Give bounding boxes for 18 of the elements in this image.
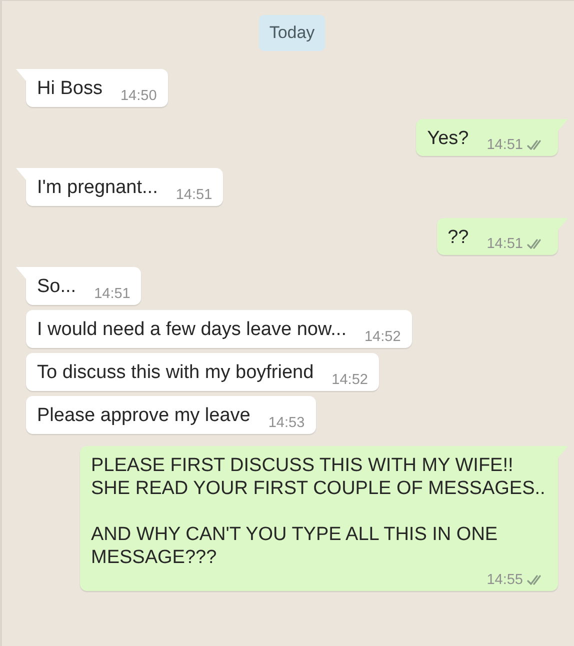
message-text: I would need a few days leave now... bbox=[37, 318, 346, 342]
message-time: 14:51 bbox=[486, 137, 523, 153]
message-time: 14:51 bbox=[486, 236, 523, 252]
message-text: ?? bbox=[448, 226, 469, 249]
message-text: Hi Boss bbox=[37, 77, 102, 101]
message-time: 14:52 bbox=[364, 329, 401, 345]
message-time: 14:51 bbox=[176, 187, 212, 203]
message-text: So... bbox=[37, 275, 76, 299]
message-time: 14:50 bbox=[120, 88, 157, 104]
message-text: To discuss this with my boyfriend bbox=[37, 361, 314, 385]
message-text: PLEASE FIRST DISCUSS THIS WITH MY WIFE!! SHE READ YOUR FIRST COUPLE OF MESSAGES.. AND WHY CAN'T YOU TYPE ALL THIS IN ONE MESSAGE??? bbox=[91, 454, 546, 569]
message-time: 14:53 bbox=[268, 415, 305, 431]
message-text: Yes? bbox=[427, 127, 469, 150]
message-text: I'm pregnant... bbox=[37, 176, 158, 200]
message-time: 14:55 bbox=[486, 572, 523, 588]
message-time: 14:51 bbox=[94, 286, 130, 302]
message-text: Please approve my leave bbox=[37, 404, 250, 428]
message-time: 14:52 bbox=[332, 372, 368, 388]
